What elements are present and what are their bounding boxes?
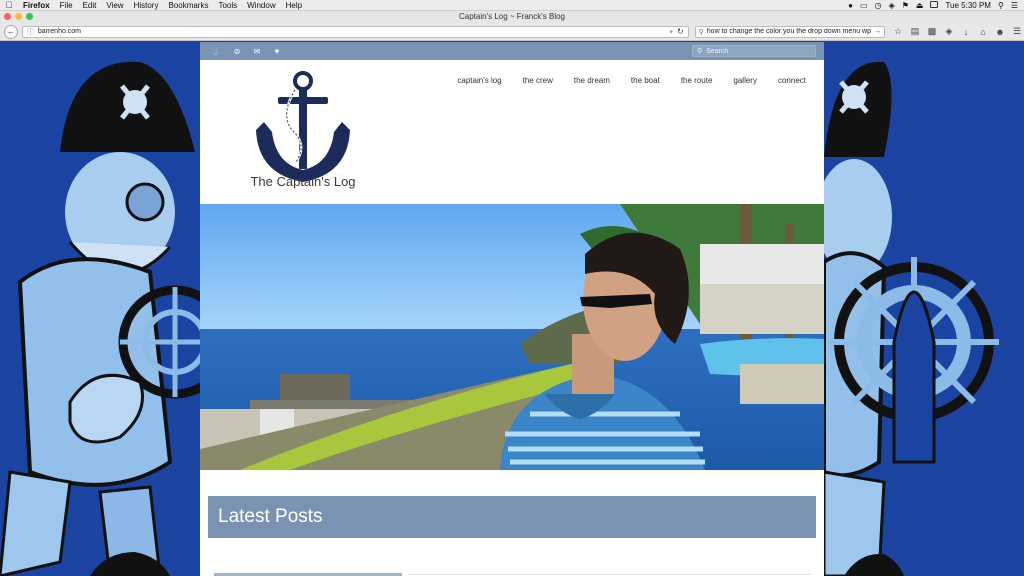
menu-bookmarks[interactable]: Bookmarks [163,1,213,10]
download-icon[interactable]: ↓ [959,25,973,39]
main-navigation: captain's log the crew the dream the boa… [457,76,806,85]
site-logo-text[interactable]: The Captain's Log [238,174,368,189]
site-top-bar: ⚓ ⊘ ✉ ♥ ⚲ Search [200,42,824,60]
mail-icon[interactable]: ✉ [252,47,262,56]
search-icon: ⚲ [698,28,704,36]
flag-icon[interactable]: ⚑ [902,1,909,10]
menu-history[interactable]: History [129,1,164,10]
window-title: Captain's Log ~ Franck's Blog [459,12,565,21]
reading-list-icon[interactable]: ▤ [908,25,922,39]
minimize-window-icon[interactable] [15,13,22,20]
post-divider [408,574,812,575]
site-search-icon: ⚲ [697,48,703,55]
airplay-icon[interactable]: ▭ [860,1,868,10]
latest-posts-title: Latest Posts [218,506,323,527]
menu-edit[interactable]: Edit [78,1,102,10]
dropdown-arrow-icon[interactable]: ▾ [669,28,673,36]
menu-help[interactable]: Help [281,1,307,10]
menu-window[interactable]: Window [242,1,280,10]
clock[interactable]: Tue 5:30 PM [945,1,991,10]
pirate-illustration-left [0,42,200,576]
menu-view[interactable]: View [101,1,128,10]
info-icon[interactable]: ⓘ [27,27,34,37]
status-icon-1[interactable]: ● [848,1,853,10]
search-bar[interactable]: ⚲ how to change the color you the drop d… [694,25,885,38]
nav-captains-log[interactable]: captain's log [457,76,501,85]
apple-icon[interactable]:  [0,0,18,10]
nav-the-boat[interactable]: the boat [631,76,660,85]
close-window-icon[interactable] [4,13,11,20]
nav-the-crew[interactable]: the crew [523,76,553,85]
eject-icon[interactable]: ⏏ [916,1,924,10]
reload-icon[interactable]: ↻ [677,27,684,36]
notification-center-icon[interactable]: ☰ [1011,1,1018,10]
bookmark-star-icon[interactable]: ☆ [891,25,905,39]
battery-icon[interactable] [930,0,939,10]
nav-the-route[interactable]: the route [681,76,713,85]
site-content: ⚓ ⊘ ✉ ♥ ⚲ Search The Captain's Log capta… [200,42,824,576]
search-query[interactable]: how to change the color you the drop dow… [707,28,871,35]
site-header: The Captain's Log captain's log the crew… [200,60,824,204]
bag-icon[interactable]: ▩ [925,25,939,39]
menu-file[interactable]: File [55,1,78,10]
site-search-placeholder: Search [706,47,729,55]
nav-the-dream[interactable]: the dream [574,76,610,85]
url-text[interactable]: barrenho.com [38,28,666,35]
search-go-icon[interactable]: → [874,28,881,35]
pirate-illustration-right [824,42,1024,576]
zoom-window-icon[interactable] [26,13,33,20]
menu-app-name[interactable]: Firefox [18,1,55,10]
back-button[interactable]: ← [4,24,18,39]
hamburger-menu-icon[interactable]: ☰ [1010,25,1024,39]
wifi-icon[interactable]: ◈ [889,1,895,10]
menu-tools[interactable]: Tools [213,1,242,10]
mac-menu-bar:  Firefox File Edit View History Bookmar… [0,0,1024,11]
browser-toolbar: ← ⓘ barrenho.com ▾ ↻ ⚲ how to change the… [0,23,1024,41]
time-machine-icon[interactable]: ◷ [875,1,882,10]
pocket-icon[interactable]: ◈ [942,25,956,39]
latest-posts-header: Latest Posts [208,496,816,538]
window-controls [4,13,33,20]
home-icon[interactable]: ⌂ [976,25,990,39]
anchor-icon[interactable]: ⚓ [212,47,222,56]
back-arrow-icon: ← [6,27,15,36]
hero-photo [200,204,824,470]
url-bar[interactable]: ⓘ barrenho.com ▾ ↻ [21,25,689,38]
window-title-bar: Captain's Log ~ Franck's Blog [0,11,1024,23]
spotlight-icon[interactable]: ⚲ [998,1,1004,10]
emoji-icon[interactable]: ☻ [993,25,1007,39]
nav-connect[interactable]: connect [778,76,806,85]
no-entry-icon[interactable]: ⊘ [232,47,242,56]
nav-gallery[interactable]: gallery [733,76,757,85]
anchor-logo[interactable] [250,70,356,190]
heart-icon[interactable]: ♥ [272,47,282,56]
site-search-input[interactable]: ⚲ Search [692,45,816,57]
